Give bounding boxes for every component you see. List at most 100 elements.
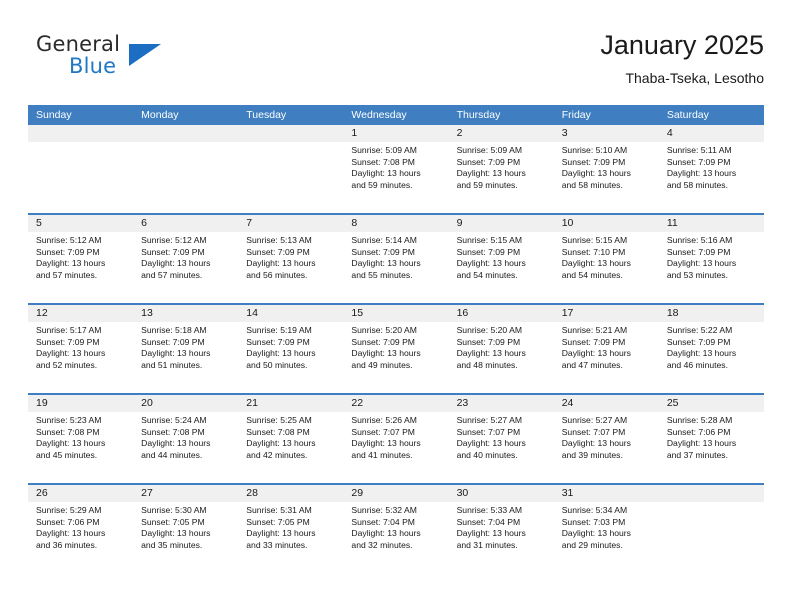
day-number: 22 <box>351 397 364 409</box>
calendar-page: General Blue January 2025 Thaba-Tseka, L… <box>0 0 792 612</box>
day-details: Sunrise: 5:18 AM Sunset: 7:09 PM Daylight:… <box>133 322 238 371</box>
day-cell[interactable]: 12 Sunrise: 5:17 AM Sunset: 7:09 PM Dayligh… <box>28 305 134 393</box>
day-cell[interactable]: 29 Sunrise: 5:32 AM Sunset: 7:04 PM Dayligh… <box>343 485 449 575</box>
day-number-band: 7 <box>238 215 344 232</box>
day-number: 30 <box>456 487 469 499</box>
day-number: 18 <box>666 307 679 319</box>
day-details: Sunrise: 5:22 AM Sunset: 7:09 PM Daylight:… <box>659 322 764 371</box>
daylight-duration-line1: Daylight: 13 hours <box>456 528 526 539</box>
day-number: 15 <box>351 307 364 319</box>
day-cell[interactable]: 10 Sunrise: 5:15 AM Sunset: 7:10 PM Dayligh… <box>553 215 659 303</box>
day-cell[interactable]: 14 Sunrise: 5:19 AM Sunset: 7:09 PM Dayligh… <box>238 305 344 393</box>
sunset-time: Sunset: 7:09 PM <box>36 246 100 257</box>
sunset-time: Sunset: 7:09 PM <box>456 246 521 257</box>
day-number-band: 9 <box>448 215 554 232</box>
daylight-duration-line1: Daylight: 13 hours <box>561 258 631 269</box>
day-number-band: 20 <box>133 395 239 412</box>
day-cell[interactable]: 3 Sunrise: 5:10 AM Sunset: 7:09 PM Daylight… <box>553 125 659 213</box>
weekday-header-wednesday: Wednesday <box>351 109 407 121</box>
sunset-time: Sunset: 7:09 PM <box>561 156 626 167</box>
day-details <box>133 142 238 145</box>
day-cell[interactable]: 13 Sunrise: 5:18 AM Sunset: 7:09 PM Dayligh… <box>133 305 239 393</box>
day-cell[interactable]: 1 Sunrise: 5:09 AM Sunset: 7:08 PM Daylight… <box>343 125 449 213</box>
daylight-duration-line1: Daylight: 13 hours <box>141 438 211 449</box>
day-cell[interactable]: 15 Sunrise: 5:20 AM Sunset: 7:09 PM Dayligh… <box>343 305 449 393</box>
day-details <box>659 502 764 505</box>
day-cell[interactable]: 31 Sunrise: 5:34 AM Sunset: 7:03 PM Dayligh… <box>553 485 659 575</box>
day-cell[interactable]: 18 Sunrise: 5:22 AM Sunset: 7:09 PM Dayligh… <box>658 305 764 393</box>
sunrise-time: Sunrise: 5:34 AM <box>561 505 628 515</box>
day-details: Sunrise: 5:29 AM Sunset: 7:06 PM Daylight:… <box>28 502 133 551</box>
day-number-band: 29 <box>343 485 449 502</box>
sunrise-time: Sunrise: 5:23 AM <box>36 415 102 425</box>
sunrise-time: Sunrise: 5:14 AM <box>351 235 417 245</box>
day-cell[interactable]: 6 Sunrise: 5:12 AM Sunset: 7:09 PM Daylight… <box>133 215 239 303</box>
sunset-time: Sunset: 7:04 PM <box>351 516 415 527</box>
day-details: Sunrise: 5:15 AM Sunset: 7:10 PM Daylight:… <box>554 232 659 281</box>
day-number: 6 <box>141 217 147 229</box>
daylight-duration-line1: Daylight: 13 hours <box>36 258 106 269</box>
weekday-header-friday: Friday <box>561 109 591 121</box>
day-cell[interactable]: 7 Sunrise: 5:13 AM Sunset: 7:09 PM Daylight… <box>238 215 344 303</box>
sunrise-time: Sunrise: 5:18 AM <box>141 325 207 335</box>
day-cell[interactable]: 4 Sunrise: 5:11 AM Sunset: 7:09 PM Daylight… <box>658 125 764 213</box>
sunrise-time: Sunrise: 5:12 AM <box>141 235 207 245</box>
day-details: Sunrise: 5:15 AM Sunset: 7:09 PM Daylight:… <box>449 232 554 281</box>
brand-name-blue: Blue <box>69 54 117 78</box>
day-details: Sunrise: 5:24 AM Sunset: 7:08 PM Daylight:… <box>133 412 238 461</box>
day-cell[interactable]: 27 Sunrise: 5:30 AM Sunset: 7:05 PM Dayligh… <box>133 485 239 575</box>
day-cell[interactable]: 8 Sunrise: 5:14 AM Sunset: 7:09 PM Daylight… <box>343 215 449 303</box>
sunset-time: Sunset: 7:05 PM <box>141 516 205 527</box>
day-cell[interactable]: 20 Sunrise: 5:24 AM Sunset: 7:08 PM Dayligh… <box>133 395 239 483</box>
day-details: Sunrise: 5:33 AM Sunset: 7:04 PM Daylight:… <box>449 502 554 551</box>
day-cell[interactable]: 24 Sunrise: 5:27 AM Sunset: 7:07 PM Dayligh… <box>553 395 659 483</box>
sunset-time: Sunset: 7:09 PM <box>351 246 415 257</box>
day-details: Sunrise: 5:20 AM Sunset: 7:09 PM Daylight:… <box>343 322 448 371</box>
day-details: Sunrise: 5:13 AM Sunset: 7:09 PM Daylight:… <box>238 232 343 281</box>
page-title: January 2025 <box>600 30 764 60</box>
daylight-duration-line2: and 52 minutes. <box>36 359 98 370</box>
day-cell[interactable]: 9 Sunrise: 5:15 AM Sunset: 7:09 PM Daylight… <box>448 215 554 303</box>
page-header: General Blue January 2025 Thaba-Tseka, L… <box>28 28 764 94</box>
day-cell[interactable]: 26 Sunrise: 5:29 AM Sunset: 7:06 PM Dayligh… <box>28 485 134 575</box>
brand-logo[interactable]: General Blue <box>36 32 161 86</box>
day-number: 20 <box>141 397 153 409</box>
day-cell[interactable]: 21 Sunrise: 5:25 AM Sunset: 7:08 PM Dayligh… <box>238 395 344 483</box>
day-cell[interactable]: 16 Sunrise: 5:20 AM Sunset: 7:09 PM Dayligh… <box>448 305 554 393</box>
day-details: Sunrise: 5:31 AM Sunset: 7:05 PM Daylight:… <box>238 502 343 551</box>
page-subtitle: Thaba-Tseka, Lesotho <box>625 70 764 86</box>
day-number-band <box>28 125 134 142</box>
sunset-time: Sunset: 7:04 PM <box>456 516 521 527</box>
sunset-time: Sunset: 7:09 PM <box>141 246 205 257</box>
sunset-time: Sunset: 7:07 PM <box>351 426 415 437</box>
day-details: Sunrise: 5:28 AM Sunset: 7:06 PM Daylight:… <box>659 412 764 461</box>
brand-name-general: General <box>36 32 121 56</box>
daylight-duration-line1: Daylight: 13 hours <box>246 348 316 359</box>
day-cell[interactable]: 30 Sunrise: 5:33 AM Sunset: 7:04 PM Dayligh… <box>448 485 554 575</box>
day-cell[interactable]: 2 Sunrise: 5:09 AM Sunset: 7:09 PM Daylight… <box>448 125 554 213</box>
daylight-duration-line1: Daylight: 13 hours <box>351 348 421 359</box>
day-number-band: 5 <box>28 215 134 232</box>
daylight-duration-line2: and 58 minutes. <box>666 179 728 190</box>
day-cell[interactable]: 28 Sunrise: 5:31 AM Sunset: 7:05 PM Dayligh… <box>238 485 344 575</box>
calendar-weeks: 1 Sunrise: 5:09 AM Sunset: 7:08 PM Daylight… <box>28 125 764 575</box>
sunrise-time: Sunrise: 5:15 AM <box>561 235 628 245</box>
day-number: 3 <box>561 127 568 139</box>
sunrise-time: Sunrise: 5:33 AM <box>456 505 523 515</box>
day-cell[interactable]: 22 Sunrise: 5:26 AM Sunset: 7:07 PM Dayligh… <box>343 395 449 483</box>
day-details: Sunrise: 5:09 AM Sunset: 7:09 PM Daylight:… <box>449 142 554 191</box>
day-cell[interactable]: 17 Sunrise: 5:21 AM Sunset: 7:09 PM Dayligh… <box>553 305 659 393</box>
daylight-duration-line1: Daylight: 13 hours <box>246 528 316 539</box>
day-cell[interactable]: 19 Sunrise: 5:23 AM Sunset: 7:08 PM Dayligh… <box>28 395 134 483</box>
day-number: 31 <box>561 487 574 499</box>
daylight-duration-line1: Daylight: 13 hours <box>351 168 421 179</box>
sunset-time: Sunset: 7:09 PM <box>561 336 626 347</box>
day-cell[interactable]: 11 Sunrise: 5:16 AM Sunset: 7:09 PM Dayligh… <box>658 215 764 303</box>
day-details: Sunrise: 5:23 AM Sunset: 7:08 PM Daylight:… <box>28 412 133 461</box>
sunrise-time: Sunrise: 5:09 AM <box>351 145 417 155</box>
day-cell[interactable]: 23 Sunrise: 5:27 AM Sunset: 7:07 PM Dayligh… <box>448 395 554 483</box>
sunrise-time: Sunrise: 5:12 AM <box>36 235 102 245</box>
day-cell[interactable]: 25 Sunrise: 5:28 AM Sunset: 7:06 PM Dayligh… <box>658 395 764 483</box>
day-details: Sunrise: 5:19 AM Sunset: 7:09 PM Daylight:… <box>238 322 343 371</box>
day-cell[interactable]: 5 Sunrise: 5:12 AM Sunset: 7:09 PM Daylight… <box>28 215 134 303</box>
